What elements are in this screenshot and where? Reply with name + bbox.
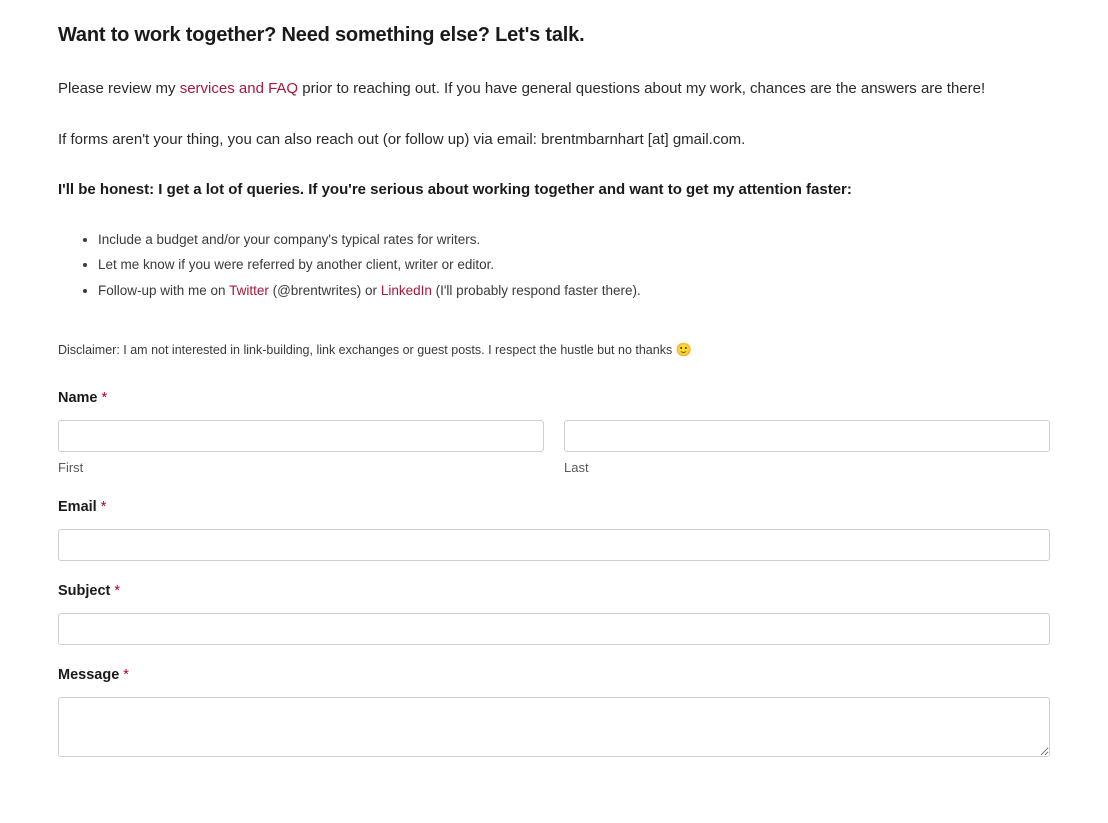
last-name-input[interactable] [564, 420, 1050, 452]
disclaimer-paragraph: Disclaimer: I am not interested in link-… [58, 340, 1050, 360]
list-item: Let me know if you were referred by anot… [98, 255, 1050, 276]
disclaimer-text: Disclaimer: I am not interested in link-… [58, 343, 676, 357]
required-mark: * [114, 583, 120, 599]
alt-contact-paragraph: If forms aren't your thing, you can also… [58, 129, 1050, 152]
required-mark: * [101, 499, 107, 515]
email-field-group: Email * [58, 497, 1050, 561]
email-input[interactable] [58, 529, 1050, 561]
required-mark: * [123, 667, 129, 683]
followup-mid: (@brentwrites) or [269, 283, 381, 298]
tips-list: Include a budget and/or your company's t… [58, 230, 1050, 303]
smile-emoji-icon: 🙂 [676, 340, 692, 360]
intro-before: Please review my [58, 80, 180, 97]
twitter-link[interactable]: Twitter [229, 283, 269, 298]
message-textarea[interactable] [58, 697, 1050, 757]
subject-input[interactable] [58, 613, 1050, 645]
intro-after: prior to reaching out. If you have gener… [298, 80, 985, 97]
required-mark: * [102, 390, 108, 406]
followup-pre: Follow-up with me on [98, 283, 229, 298]
message-field-group: Message * [58, 665, 1050, 763]
subject-field-group: Subject * [58, 581, 1050, 645]
first-name-input[interactable] [58, 420, 544, 452]
followup-post: (I'll probably respond faster there). [432, 283, 641, 298]
message-label: Message * [58, 665, 1050, 687]
services-faq-link[interactable]: services and FAQ [180, 80, 298, 97]
linkedin-link[interactable]: LinkedIn [381, 283, 432, 298]
first-sublabel: First [58, 458, 544, 478]
last-sublabel: Last [564, 458, 1050, 478]
subject-label: Subject * [58, 581, 1050, 603]
list-item: Include a budget and/or your company's t… [98, 230, 1050, 251]
name-label: Name * [58, 388, 1050, 410]
honest-paragraph: I'll be honest: I get a lot of queries. … [58, 179, 1050, 202]
page-title: Want to work together? Need something el… [58, 20, 1050, 50]
name-field-group: Name * First Last [58, 388, 1050, 477]
intro-paragraph: Please review my services and FAQ prior … [58, 78, 1050, 101]
list-item: Follow-up with me on Twitter (@brentwrit… [98, 281, 1050, 302]
email-label: Email * [58, 497, 1050, 519]
